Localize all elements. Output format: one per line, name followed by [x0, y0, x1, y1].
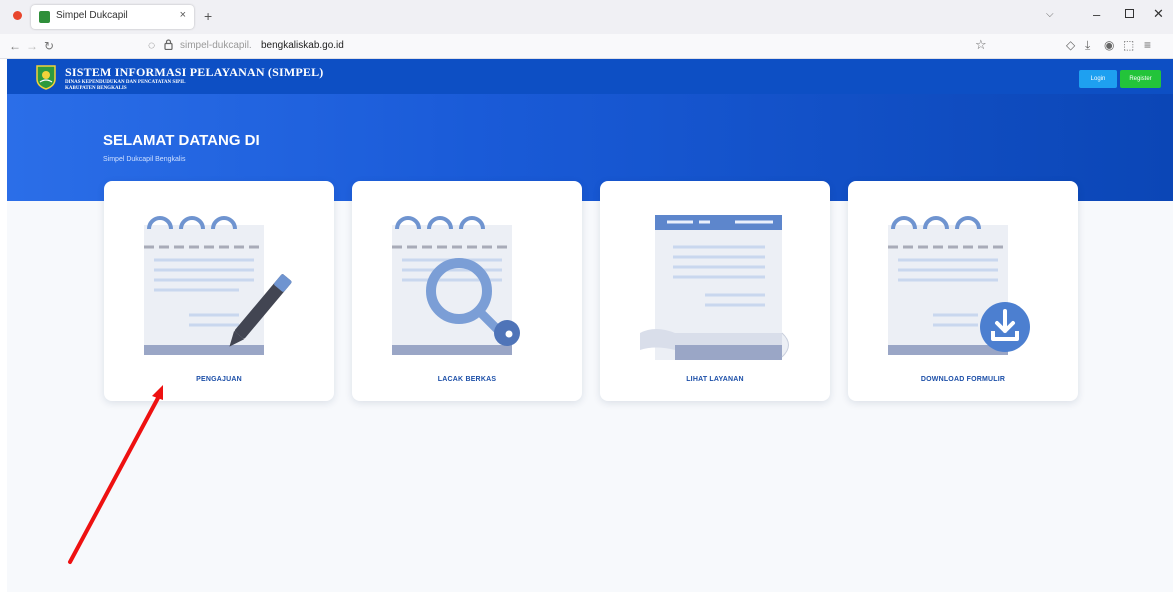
annotation-arrow-icon [68, 385, 163, 564]
